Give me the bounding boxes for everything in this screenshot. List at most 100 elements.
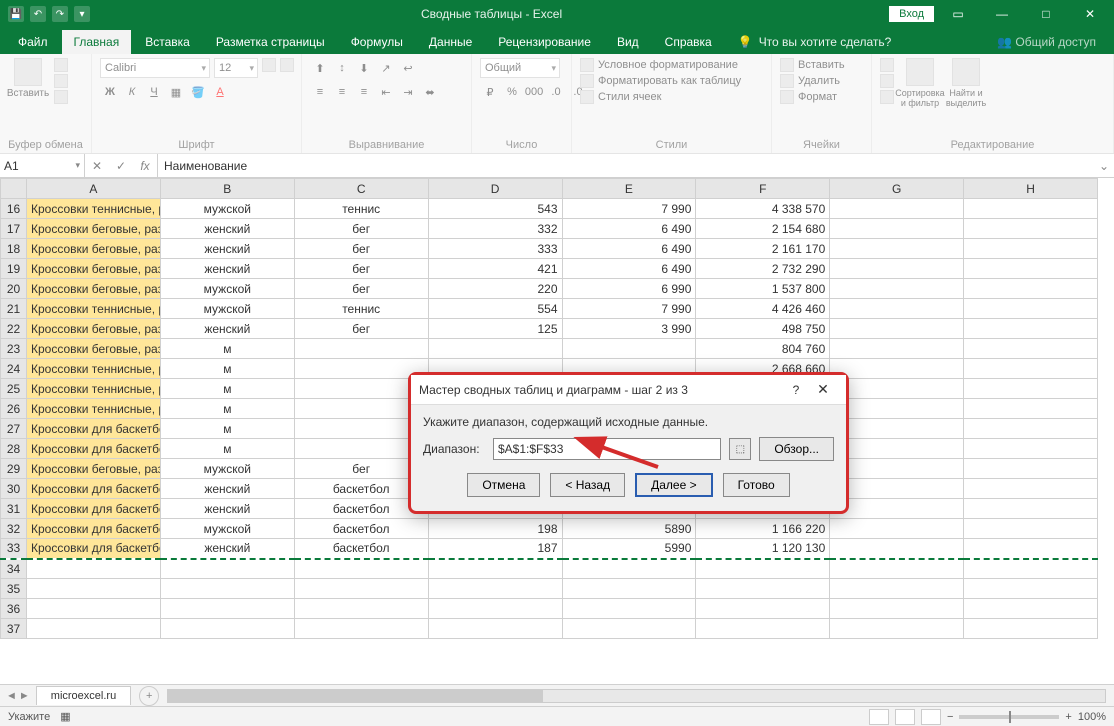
cell[interactable]: 5890 bbox=[562, 519, 696, 539]
row-header[interactable]: 20 bbox=[1, 279, 27, 299]
cell[interactable] bbox=[428, 619, 562, 639]
cell[interactable] bbox=[696, 579, 830, 599]
cell[interactable]: женский bbox=[160, 219, 294, 239]
normal-view-icon[interactable] bbox=[869, 709, 889, 725]
cell[interactable] bbox=[562, 599, 696, 619]
cell[interactable]: Кроссовки беговые, размер 39 bbox=[27, 339, 161, 359]
zoom-slider[interactable] bbox=[959, 715, 1059, 719]
cell[interactable]: 6 490 bbox=[562, 239, 696, 259]
cell[interactable]: Кроссовки для баскетбола, размер 41 bbox=[27, 419, 161, 439]
tab-home[interactable]: Главная bbox=[62, 30, 132, 54]
cell[interactable]: 1 537 800 bbox=[696, 279, 830, 299]
save-icon[interactable]: 💾 bbox=[8, 6, 24, 22]
cell[interactable] bbox=[964, 599, 1098, 619]
redo-icon[interactable]: ↷ bbox=[52, 6, 68, 22]
cell[interactable] bbox=[964, 259, 1098, 279]
cell[interactable] bbox=[428, 599, 562, 619]
page-layout-view-icon[interactable] bbox=[895, 709, 915, 725]
tab-data[interactable]: Данные bbox=[417, 30, 484, 54]
cell[interactable] bbox=[562, 559, 696, 579]
cell[interactable] bbox=[830, 359, 964, 379]
col-header[interactable]: F bbox=[696, 179, 830, 199]
paste-button[interactable]: Вставить bbox=[8, 58, 48, 99]
cell[interactable]: теннис bbox=[294, 199, 428, 219]
align-top-icon[interactable]: ⬆ bbox=[310, 58, 330, 78]
macro-record-icon[interactable]: ▦ bbox=[60, 710, 70, 723]
cell[interactable]: м bbox=[160, 439, 294, 459]
cell[interactable] bbox=[696, 619, 830, 639]
format-as-table-button[interactable]: Форматировать как таблицу bbox=[580, 74, 741, 88]
cell[interactable]: Кроссовки для баскетбола, размер 38 bbox=[27, 499, 161, 519]
cell[interactable]: Кроссовки беговые, размер 38 bbox=[27, 259, 161, 279]
browse-button[interactable]: Обзор... bbox=[759, 437, 834, 461]
row-header[interactable]: 22 bbox=[1, 319, 27, 339]
cell[interactable] bbox=[27, 559, 161, 579]
cell[interactable]: мужской bbox=[160, 279, 294, 299]
cell[interactable]: мужской bbox=[160, 299, 294, 319]
cell[interactable] bbox=[830, 219, 964, 239]
cell[interactable] bbox=[830, 419, 964, 439]
row-header[interactable]: 27 bbox=[1, 419, 27, 439]
cell-styles-button[interactable]: Стили ячеек bbox=[580, 90, 741, 104]
cell[interactable]: бег bbox=[294, 219, 428, 239]
cell[interactable] bbox=[830, 339, 964, 359]
cell[interactable]: 554 bbox=[428, 299, 562, 319]
cell[interactable] bbox=[964, 619, 1098, 639]
shrink-font-icon[interactable] bbox=[280, 58, 294, 72]
cell[interactable] bbox=[964, 539, 1098, 559]
col-header[interactable]: C bbox=[294, 179, 428, 199]
cell[interactable]: Кроссовки для баскетбола, размер 44 bbox=[27, 519, 161, 539]
dialog-close-icon[interactable]: ✕ bbox=[808, 381, 838, 398]
row-header[interactable]: 31 bbox=[1, 499, 27, 519]
row-header[interactable]: 17 bbox=[1, 219, 27, 239]
row-header[interactable]: 36 bbox=[1, 599, 27, 619]
cell[interactable]: Кроссовки теннисные, размер 39 bbox=[27, 299, 161, 319]
cell[interactable]: 2 161 170 bbox=[696, 239, 830, 259]
cell[interactable] bbox=[830, 559, 964, 579]
cell[interactable]: 6 490 bbox=[562, 259, 696, 279]
row-header[interactable]: 37 bbox=[1, 619, 27, 639]
underline-button[interactable]: Ч bbox=[144, 82, 164, 102]
merge-icon[interactable]: ⬌ bbox=[420, 82, 440, 102]
tell-me-search[interactable]: 💡Что вы хотите сделать? bbox=[726, 30, 904, 54]
cell[interactable] bbox=[294, 559, 428, 579]
cell[interactable] bbox=[964, 519, 1098, 539]
border-button[interactable]: ▦ bbox=[166, 82, 186, 102]
tab-view[interactable]: Вид bbox=[605, 30, 651, 54]
cell[interactable]: мужской bbox=[160, 519, 294, 539]
row-header[interactable]: 34 bbox=[1, 559, 27, 579]
cell[interactable]: 1 120 130 bbox=[696, 539, 830, 559]
cell[interactable]: 333 bbox=[428, 239, 562, 259]
cell[interactable] bbox=[428, 579, 562, 599]
cell[interactable] bbox=[830, 299, 964, 319]
orientation-icon[interactable]: ↗ bbox=[376, 58, 396, 78]
cell[interactable] bbox=[964, 439, 1098, 459]
tab-review[interactable]: Рецензирование bbox=[486, 30, 603, 54]
cell[interactable]: 187 bbox=[428, 539, 562, 559]
align-bottom-icon[interactable]: ⬇ bbox=[354, 58, 374, 78]
col-header[interactable]: A bbox=[27, 179, 161, 199]
cell[interactable]: 543 bbox=[428, 199, 562, 219]
grow-font-icon[interactable] bbox=[262, 58, 276, 72]
find-select-button[interactable]: Найти и выделить bbox=[946, 58, 986, 108]
cell[interactable] bbox=[294, 579, 428, 599]
share-button[interactable]: 👥 Общий доступ bbox=[985, 30, 1108, 54]
tab-layout[interactable]: Разметка страницы bbox=[204, 30, 337, 54]
cell[interactable]: мужской bbox=[160, 459, 294, 479]
row-header[interactable]: 23 bbox=[1, 339, 27, 359]
tab-help[interactable]: Справка bbox=[653, 30, 724, 54]
conditional-formatting-button[interactable]: Условное форматирование bbox=[580, 58, 741, 72]
name-box[interactable]: A1 bbox=[0, 154, 85, 177]
currency-icon[interactable]: ₽ bbox=[480, 82, 500, 102]
cell[interactable] bbox=[830, 199, 964, 219]
cell[interactable]: 198 bbox=[428, 519, 562, 539]
sheet-nav-prev-icon[interactable]: ◄ bbox=[6, 690, 17, 702]
cell[interactable]: м bbox=[160, 359, 294, 379]
col-header[interactable]: E bbox=[562, 179, 696, 199]
align-middle-icon[interactable]: ↕ bbox=[332, 58, 352, 78]
add-sheet-button[interactable]: + bbox=[139, 686, 159, 706]
sheet-tab[interactable]: microexcel.ru bbox=[36, 686, 131, 705]
align-right-icon[interactable]: ≡ bbox=[354, 82, 374, 102]
cell[interactable]: 125 bbox=[428, 319, 562, 339]
cell[interactable] bbox=[830, 239, 964, 259]
